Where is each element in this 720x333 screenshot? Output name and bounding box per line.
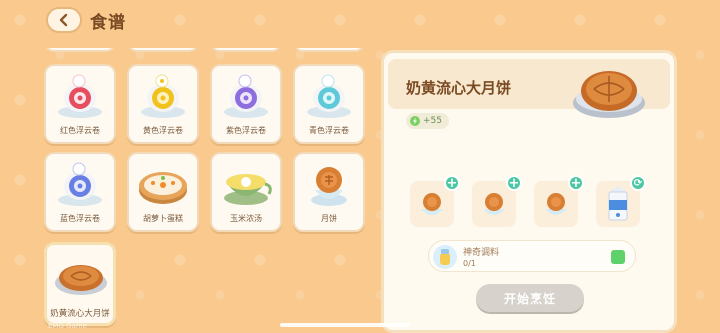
- previous-row-peek: [44, 48, 366, 54]
- recipe-card-big-mooncake-selected[interactable]: 奶黄流心大月饼: [44, 242, 116, 326]
- energy-value: +55: [423, 116, 442, 126]
- recipe-card-mooncake[interactable]: 月饼: [293, 152, 365, 232]
- energy-badge: +55: [406, 113, 449, 129]
- corn-soup-icon: [224, 174, 272, 205]
- watermark: EMG Game: [48, 322, 87, 330]
- recipe-label: 紫色浮云卷: [226, 126, 266, 135]
- recipe-card-carrot-cake[interactable]: 胡萝卜蛋糕: [127, 152, 199, 232]
- dish-name: 奶黄流心大月饼: [406, 79, 512, 97]
- add-ingredient-button[interactable]: +: [506, 175, 522, 191]
- card-peek: [127, 48, 199, 52]
- ingredient-slot[interactable]: +: [410, 175, 460, 227]
- start-cooking-button[interactable]: 开始烹饪: [476, 284, 584, 312]
- red-cloud-roll-icon: [58, 74, 102, 118]
- recipe-grid[interactable]: 红色浮云卷 黄色浮云卷 紫色浮云卷 青色浮云卷 蓝色浮云卷 胡萝卜蛋糕 玉米浓汤…: [44, 48, 366, 333]
- back-button[interactable]: [46, 7, 82, 33]
- recipe-card-blue-cloud-roll[interactable]: 蓝色浮云卷: [44, 152, 116, 232]
- seasoning-checkbox[interactable]: [611, 250, 625, 264]
- home-indicator-bar: [280, 323, 410, 327]
- lightning-icon: [410, 116, 420, 126]
- add-ingredient-button[interactable]: +: [568, 175, 584, 191]
- recipe-card-cyan-cloud-roll[interactable]: 青色浮云卷: [293, 64, 365, 144]
- seasoning-slot[interactable]: 神奇调料 0/1: [428, 240, 636, 272]
- mooncake-icon: [483, 193, 505, 215]
- recipe-card-yellow-cloud-roll[interactable]: 黄色浮云卷: [127, 64, 199, 144]
- big-mooncake-icon: [573, 71, 645, 118]
- mooncake-icon: [545, 193, 567, 215]
- ingredient-slot[interactable]: +: [534, 175, 584, 227]
- seasoning-count: 0/1: [463, 259, 476, 268]
- recipe-label: 胡萝卜蛋糕: [143, 214, 183, 223]
- ingredient-slot[interactable]: +: [472, 175, 522, 227]
- recipe-label: 红色浮云卷: [60, 126, 100, 135]
- mooncake-icon: [311, 167, 347, 206]
- recipe-card-red-cloud-roll[interactable]: 红色浮云卷: [44, 64, 116, 144]
- seasoning-name: 神奇调料: [463, 248, 500, 258]
- page-title: 食谱: [90, 13, 126, 33]
- arrow-left-icon: [59, 13, 68, 27]
- seasoning-jar-icon: [433, 245, 457, 269]
- recipe-label: 黄色浮云卷: [143, 126, 183, 135]
- recipe-card-purple-cloud-roll[interactable]: 紫色浮云卷: [210, 64, 282, 144]
- recipe-card-corn-soup[interactable]: 玉米浓汤: [210, 152, 282, 232]
- card-peek: [44, 48, 116, 52]
- mooncake-icon: [421, 193, 443, 215]
- recipe-label: 玉米浓汤: [230, 214, 262, 223]
- card-peek: [293, 48, 365, 52]
- carrot-cake-icon: [139, 172, 187, 204]
- ingredient-slot[interactable]: ⟳: [596, 175, 646, 227]
- recipe-label: 青色浮云卷: [309, 126, 349, 135]
- card-peek: [210, 48, 282, 52]
- recipe-label: 月饼: [321, 214, 337, 223]
- blue-cloud-roll-icon: [58, 162, 102, 206]
- recipe-detail-panel: 奶黄流心大月饼 +55 + + + ⟳ 神奇调料 0/1 开始烹饪: [381, 50, 677, 333]
- ingredient-slots: + + + ⟳: [410, 175, 660, 233]
- swap-ingredient-icon[interactable]: ⟳: [630, 175, 646, 191]
- big-mooncake-icon: [55, 265, 107, 295]
- recipe-label: 奶黄流心大月饼: [50, 309, 110, 319]
- add-ingredient-button[interactable]: +: [444, 175, 460, 191]
- milk-carton-icon: [608, 186, 628, 221]
- cyan-cloud-roll-icon: [307, 74, 351, 118]
- recipe-label: 蓝色浮云卷: [60, 214, 100, 223]
- purple-cloud-roll-icon: [224, 74, 268, 118]
- yellow-cloud-roll-icon: [141, 74, 185, 118]
